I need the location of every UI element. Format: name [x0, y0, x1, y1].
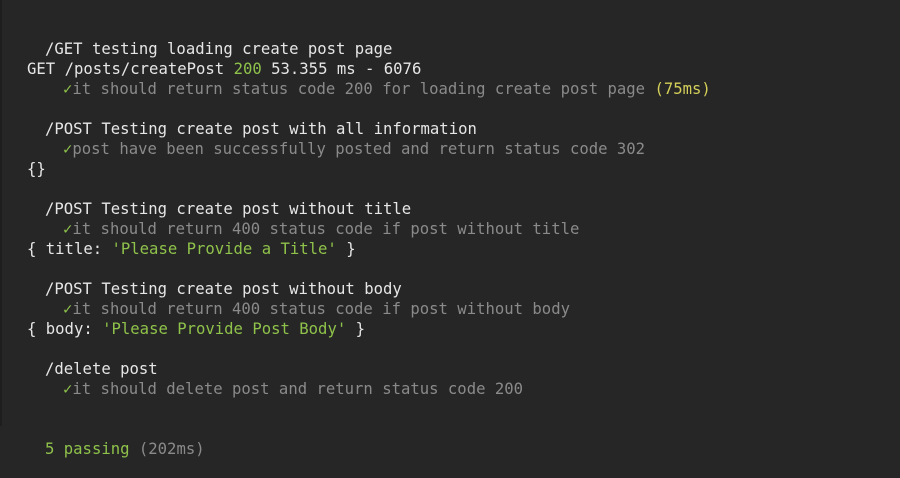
test-title: it should return status code 200 for loa… — [72, 80, 646, 98]
test-title: post have been successfully posted and r… — [72, 140, 646, 158]
object-open: { — [27, 320, 46, 338]
terminal-output: /GET testing loading create post page GE… — [0, 0, 900, 478]
check-mark-icon: ✓ — [63, 80, 73, 98]
test-result-post-without-title: ✓it should return 400 status code if pos… — [63, 219, 579, 239]
request-timing: 53.355 ms - 6076 — [271, 60, 422, 78]
console-output-empty-object: {} — [27, 160, 46, 178]
test-result-load-page: ✓it should return status code 200 for lo… — [63, 79, 711, 99]
object-close: } — [346, 320, 366, 338]
check-mark-icon: ✓ — [63, 220, 73, 238]
test-result-post-all-info: ✓post have been successfully posted and … — [63, 139, 645, 159]
console-output-body-error: { body: 'Please Provide Post Body' } — [27, 319, 365, 339]
test-title: it should return 400 status code if post… — [72, 300, 570, 318]
suite-title-post-all-info: /POST Testing create post with all infor… — [45, 120, 477, 138]
passing-count: 5 passing — [45, 440, 130, 458]
test-result-post-without-body: ✓it should return 400 status code if pos… — [63, 299, 570, 319]
object-open: { — [27, 240, 46, 258]
suite-title-delete-post: /delete post — [45, 360, 158, 378]
check-mark-icon: ✓ — [63, 140, 73, 158]
object-value: 'Please Provide a Title' — [111, 240, 337, 258]
suite-title-post-without-body: /POST Testing create post without body — [45, 280, 402, 298]
terminal-edge — [0, 0, 2, 426]
object-close: } — [336, 240, 356, 258]
object-key: body: — [45, 320, 103, 338]
request-status: 200 — [233, 60, 262, 78]
test-title: it should delete post and return status … — [72, 380, 524, 398]
test-result-delete-post: ✓it should delete post and return status… — [63, 379, 523, 399]
check-mark-icon: ✓ — [63, 300, 73, 318]
suite-title-post-without-title: /POST Testing create post without title — [45, 200, 412, 218]
total-duration: (202ms) — [138, 440, 205, 458]
test-duration: (75ms) — [654, 80, 711, 98]
test-title: it should return 400 status code if post… — [72, 220, 580, 238]
test-summary: 5 passing (202ms) — [45, 439, 205, 459]
check-mark-icon: ✓ — [63, 380, 73, 398]
request-method: GET — [27, 60, 56, 78]
console-output-title-error: { title: 'Please Provide a Title' } — [27, 239, 356, 259]
suite-title-get-create-post: /GET testing loading create post page — [45, 40, 393, 58]
request-path: /posts/createPost — [64, 60, 225, 78]
request-log: GET /posts/createPost 200 53.355 ms - 60… — [27, 59, 421, 79]
object-key: title: — [45, 240, 112, 258]
object-value: 'Please Provide Post Body' — [102, 320, 347, 338]
